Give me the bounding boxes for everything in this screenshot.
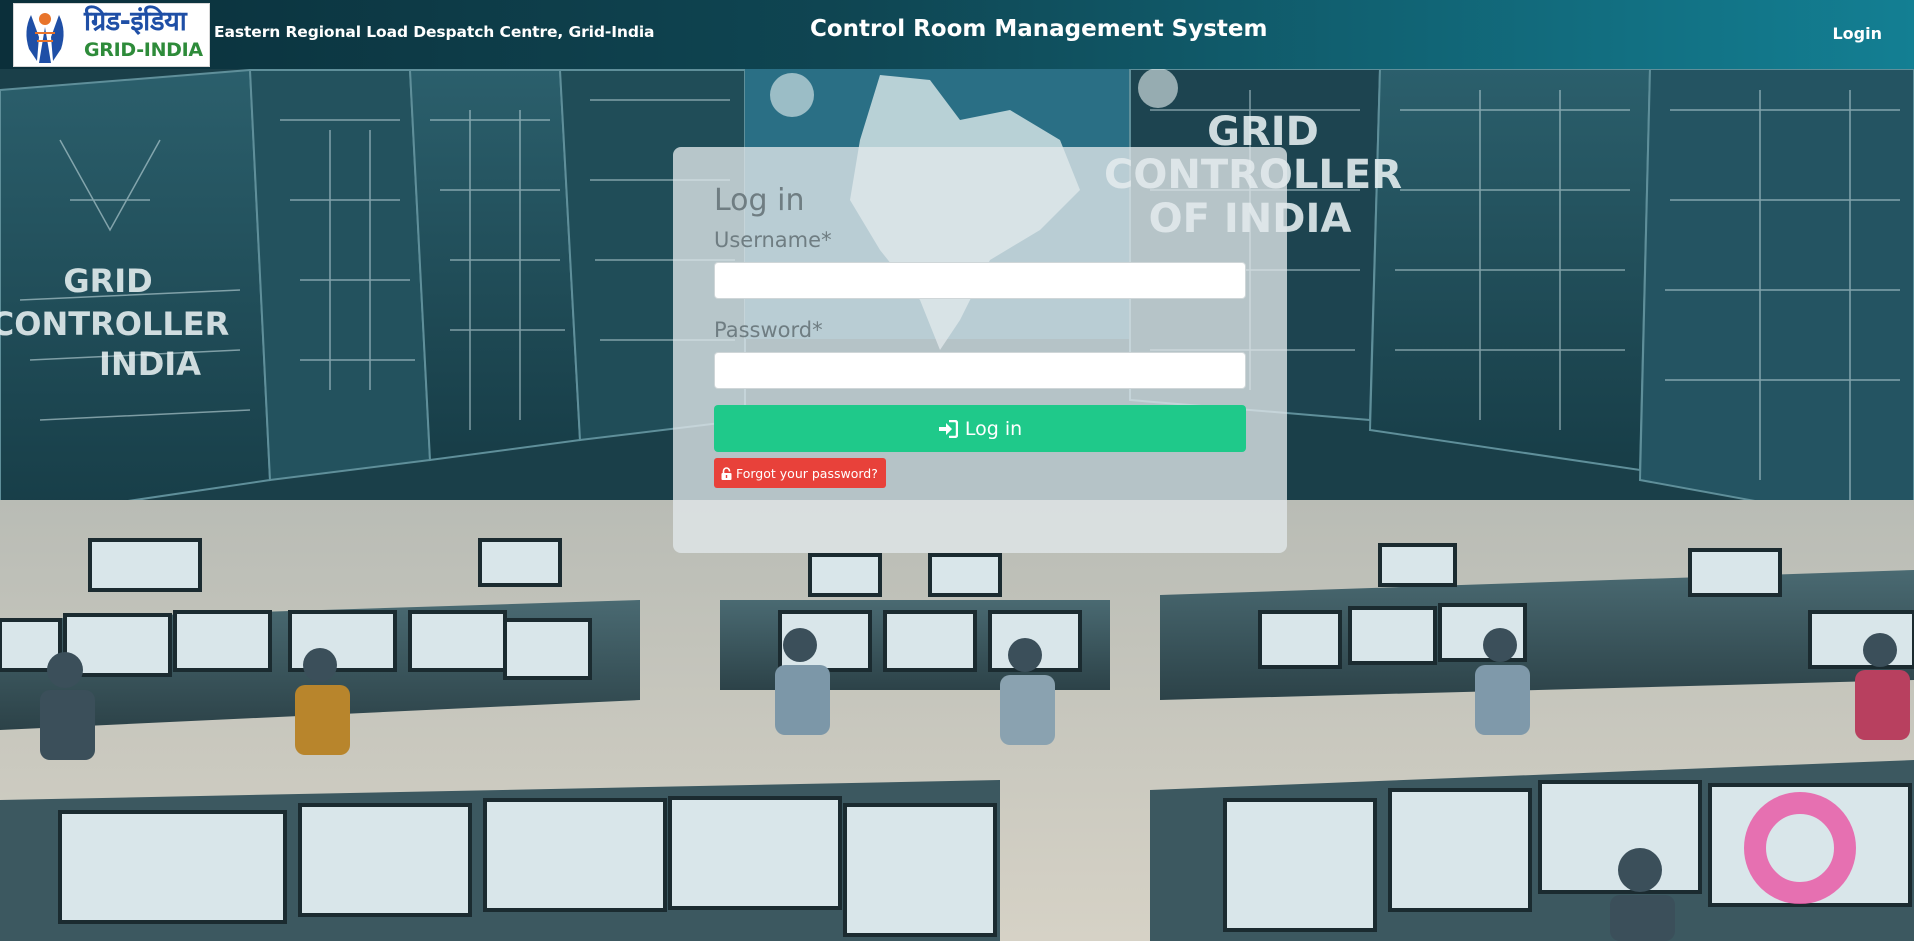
svg-text:GRID: GRID bbox=[63, 262, 152, 300]
grid-india-emblem-icon bbox=[26, 13, 64, 63]
password-input[interactable] bbox=[714, 352, 1246, 389]
required-marker: * bbox=[812, 318, 823, 342]
forgot-password-label: Forgot your password? bbox=[736, 465, 878, 481]
page-title: Control Room Management System bbox=[810, 16, 1268, 42]
sign-in-icon bbox=[938, 419, 958, 438]
nav-login-link[interactable]: Login bbox=[1832, 24, 1882, 43]
top-header: ग्रिड-इंडिया GRID-INDIA Eastern Regional… bbox=[0, 0, 1914, 69]
organization-name: Eastern Regional Load Despatch Centre, G… bbox=[214, 23, 655, 41]
unlock-icon bbox=[721, 466, 732, 480]
login-submit-label: Log in bbox=[964, 417, 1023, 440]
login-submit-button[interactable]: Log in bbox=[714, 405, 1246, 452]
grid-india-logo[interactable]: ग्रिड-इंडिया GRID-INDIA bbox=[13, 3, 210, 67]
required-marker: * bbox=[821, 228, 832, 252]
forgot-password-button[interactable]: Forgot your password? bbox=[714, 458, 886, 488]
password-label: Password* bbox=[714, 318, 823, 342]
logo-english-text: GRID-INDIA bbox=[84, 39, 203, 61]
svg-text:INDIA: INDIA bbox=[99, 345, 201, 383]
login-title: Log in bbox=[714, 183, 805, 218]
logo-hindi-text: ग्रिड-इंडिया bbox=[84, 6, 187, 37]
username-input[interactable] bbox=[714, 262, 1246, 299]
svg-text:CONTROLLER: CONTROLLER bbox=[0, 305, 229, 343]
username-label: Username* bbox=[714, 228, 832, 252]
login-card: Log in Username* Password* Log in Forgot… bbox=[673, 147, 1287, 553]
